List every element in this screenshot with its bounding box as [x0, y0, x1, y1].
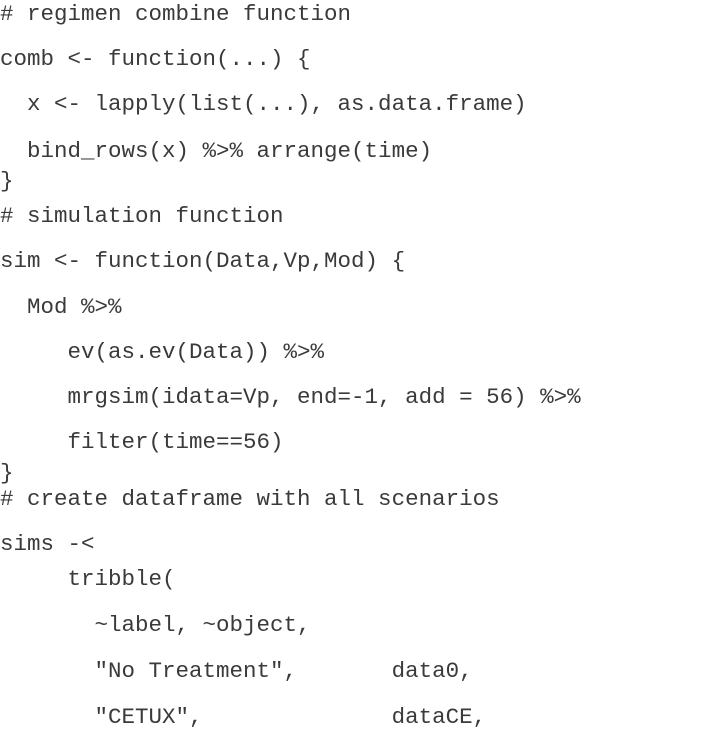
code-block: # regimen combine function comb <- funct… [0, 0, 709, 728]
code-line-close-brace-2: } [0, 460, 14, 486]
code-line-comment-create: # create dataframe with all scenarios [0, 486, 500, 512]
code-line-close-brace-1: } [0, 168, 14, 194]
code-line-filter: filter(time==56) [0, 429, 284, 455]
code-line-tribble-header: ~label, ~object, [0, 612, 311, 638]
code-line-comment-regimen: # regimen combine function [0, 1, 352, 27]
code-line-comment-simulation: # simulation function [0, 203, 284, 229]
code-line-mod-pipe: Mod %>% [0, 294, 122, 320]
code-line-row-no-treatment: "No Treatment", data0, [0, 658, 473, 684]
code-line-sims-assign: sims -< [0, 531, 95, 557]
code-line-comb-def: comb <- function(...) { [0, 46, 311, 72]
code-line-mrgsim: mrgsim(idata=Vp, end=-1, add = 56) %>% [0, 384, 581, 410]
code-line-sim-def: sim <- function(Data,Vp,Mod) { [0, 248, 406, 274]
code-line-row-cetux: "CETUX", dataCE, [0, 704, 487, 730]
code-line-bind-rows: bind_rows(x) %>% arrange(time) [0, 138, 433, 164]
code-line-ev: ev(as.ev(Data)) %>% [0, 339, 325, 365]
code-line-lapply: x <- lapply(list(...), as.data.frame) [0, 91, 527, 117]
code-line-tribble: tribble( [0, 566, 176, 592]
